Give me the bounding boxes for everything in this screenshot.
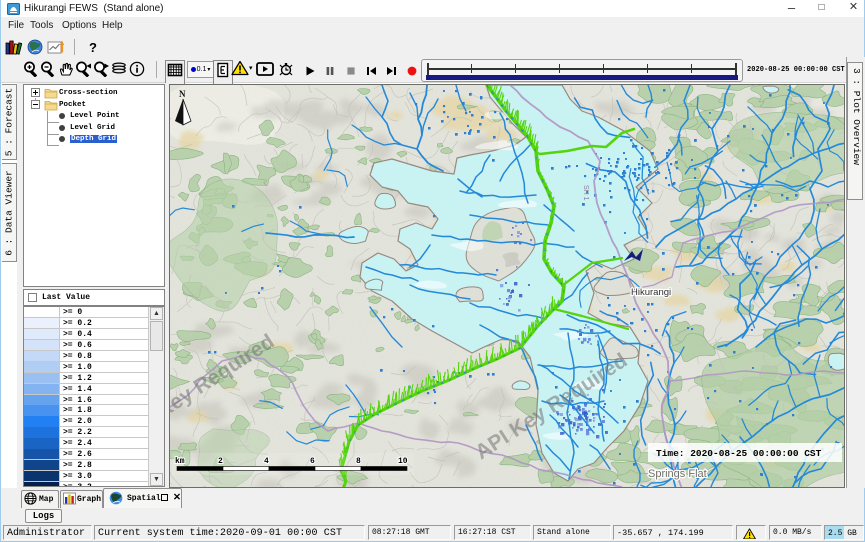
svg-text:8: 8 xyxy=(356,457,361,466)
svg-text:Hikurangi: Hikurangi xyxy=(631,287,671,298)
svg-text:km: km xyxy=(175,457,185,466)
svg-text:Springs Flat: Springs Flat xyxy=(648,468,707,480)
svg-text:SH 1: SH 1 xyxy=(582,185,589,201)
svg-text:6: 6 xyxy=(310,457,315,466)
svg-text:4: 4 xyxy=(264,457,269,466)
svg-text:10: 10 xyxy=(398,457,408,466)
svg-text:N: N xyxy=(179,89,186,99)
svg-text:Time: 2020-08-25 00:00:00 CST: Time: 2020-08-25 00:00:00 CST xyxy=(656,448,822,459)
svg-text:2: 2 xyxy=(218,457,223,466)
